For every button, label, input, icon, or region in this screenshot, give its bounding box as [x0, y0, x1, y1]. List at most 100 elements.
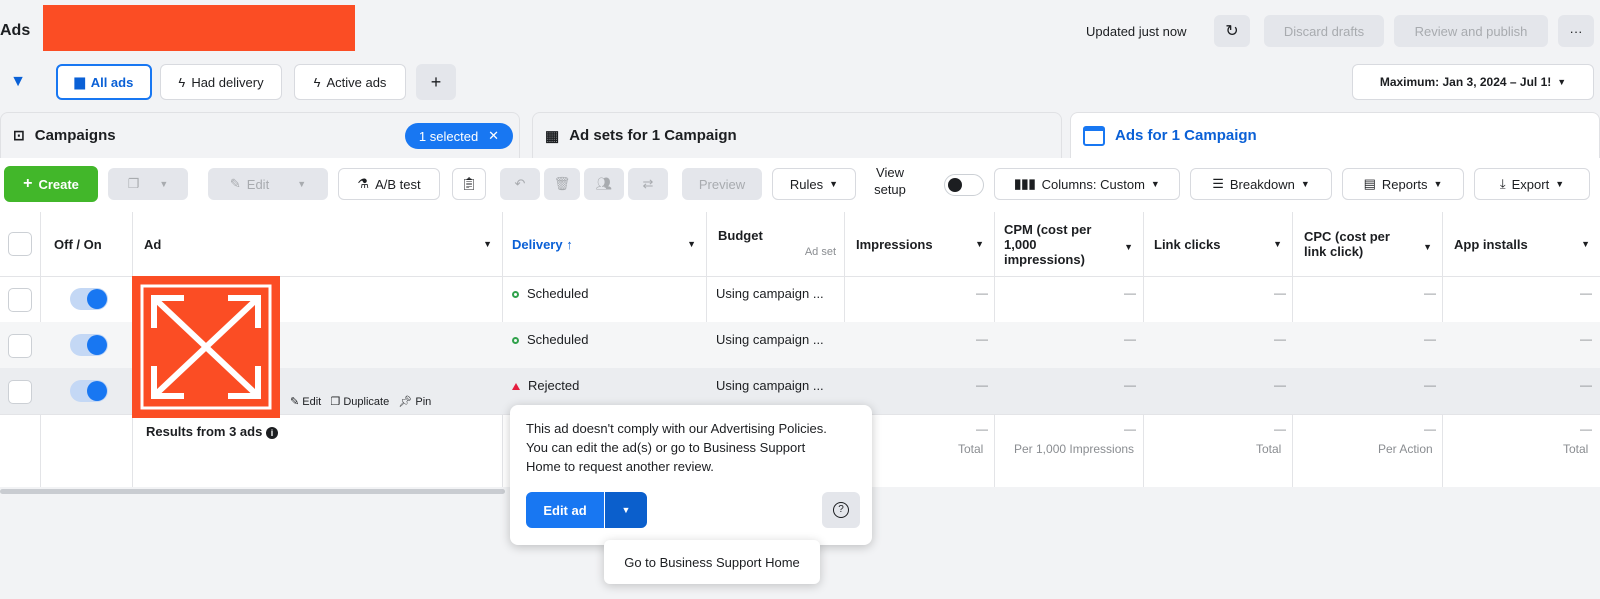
help-button[interactable]: ?	[822, 492, 860, 528]
budget-cell: Using campaign ...	[716, 286, 824, 301]
caret-down-icon: ▼	[1150, 179, 1160, 189]
pencil-icon: ✎	[290, 396, 303, 408]
duplicate-icon: ❐	[127, 176, 140, 191]
undo-button[interactable]: ↶	[500, 168, 540, 200]
active-ads-tab[interactable]: ϟ Active ads	[294, 64, 406, 100]
duplicate-icon: ❐	[330, 396, 344, 408]
campaign-icon: ⊡	[13, 127, 25, 143]
add-view-button[interactable]: +	[416, 64, 456, 100]
caret-down-icon[interactable]: ▼	[1581, 239, 1590, 249]
business-support-home-item[interactable]: Go to Business Support Home	[624, 555, 800, 570]
rules-button[interactable]: Rules ▼	[772, 168, 856, 200]
breakdown-button[interactable]: ☰ Breakdown ▼	[1190, 168, 1332, 200]
create-button[interactable]: + Create	[4, 166, 98, 202]
audience-button[interactable]: 👥︎	[584, 168, 624, 200]
caret-down-icon: ▼	[159, 179, 169, 189]
caret-down-icon[interactable]: ▼	[1273, 239, 1282, 249]
discard-drafts-button[interactable]: Discard drafts	[1264, 15, 1384, 47]
duplicate-button[interactable]: ❐ ▼	[108, 168, 188, 200]
row-edit-link[interactable]: ✎ Edit	[290, 396, 321, 408]
delivery-status: Scheduled	[512, 332, 588, 347]
view-setup-toggle[interactable]	[944, 174, 984, 196]
row-pin-link[interactable]: 📌︎ Pin	[398, 396, 431, 408]
warning-icon	[512, 383, 520, 390]
clipboard-button[interactable]: 📋︎	[452, 168, 486, 200]
scheduled-icon	[512, 337, 519, 344]
col-impressions[interactable]: Impressions ▼	[856, 212, 994, 276]
tab-campaigns[interactable]: ⊡ Campaigns 1 selected ✕	[0, 112, 520, 158]
page-title: Ads	[0, 22, 31, 39]
breakdown-icon: ☰	[1212, 176, 1224, 191]
updated-status: Updated just now	[1086, 24, 1187, 39]
columns-button[interactable]: ▮▮▮ Columns: Custom ▼	[994, 168, 1180, 200]
share-icon: ⇄	[642, 176, 654, 191]
pencil-icon: ✎	[229, 176, 241, 191]
col-budget[interactable]: Budget Ad set	[718, 212, 844, 276]
had-delivery-tab[interactable]: ϟ Had delivery	[160, 64, 282, 100]
more-button[interactable]: ···	[1558, 15, 1594, 47]
refresh-button[interactable]: ↻	[1214, 15, 1250, 47]
selected-count-badge[interactable]: 1 selected ✕	[405, 123, 513, 149]
preview-button[interactable]: Preview	[682, 168, 762, 200]
edit-ad-dropdown-button[interactable]: ▼	[605, 492, 647, 528]
reports-button[interactable]: ▤ Reports ▼	[1342, 168, 1464, 200]
dropdown-menu: Go to Business Support Home	[604, 540, 820, 584]
caret-down-icon: ▼	[621, 505, 631, 515]
caret-down-icon[interactable]: ▼	[975, 239, 984, 249]
toolbar: + Create ❐ ▼ ✎ Edit ▼ ⚗ A/B test 📋︎ ↶ 🗑︎…	[0, 158, 1600, 212]
results-label: Results from 3 ads i	[146, 424, 278, 439]
col-cpm[interactable]: CPM (cost per 1,000 impressions) ▼	[1004, 212, 1143, 276]
reports-icon: ▤	[1363, 176, 1376, 191]
all-ads-tab[interactable]: ▆ All ads	[56, 64, 152, 100]
row-checkbox[interactable]	[8, 288, 32, 312]
export-button[interactable]: ⤓ Export ▼	[1474, 168, 1590, 200]
rejection-message: This ad doesn't comply with our Advertis…	[526, 421, 827, 474]
trash-icon: 🗑︎	[553, 176, 571, 191]
review-publish-button[interactable]: Review and publish	[1394, 15, 1548, 47]
tab-ads[interactable]: Ads for 1 Campaign	[1070, 112, 1600, 158]
budget-cell: Using campaign ...	[716, 332, 824, 347]
row-duplicate-link[interactable]: ❐ Duplicate	[330, 396, 389, 408]
col-app-installs[interactable]: App installs ▼	[1454, 212, 1600, 276]
col-delivery[interactable]: Delivery ↑ ▼	[512, 212, 706, 276]
folder-icon: ▆	[74, 74, 85, 89]
date-range-picker[interactable]: Maximum: Jan 3, 2024 – Jul 1! ▼	[1352, 64, 1594, 100]
info-icon[interactable]: i	[265, 427, 278, 439]
caret-down-icon[interactable]: ▼	[687, 239, 696, 249]
undo-icon: ↶	[514, 176, 526, 191]
row-checkbox[interactable]	[8, 380, 32, 404]
col-ad[interactable]: Ad ▼	[144, 212, 502, 276]
col-cpc[interactable]: CPC (cost per link click) ▼	[1304, 212, 1442, 276]
clipboard-icon: 📋︎	[460, 176, 478, 191]
columns-icon: ▮▮▮	[1014, 176, 1036, 191]
horizontal-scrollbar[interactable]	[0, 489, 505, 494]
share-button[interactable]: ⇄	[628, 168, 668, 200]
col-link-clicks[interactable]: Link clicks ▼	[1154, 212, 1292, 276]
delete-button[interactable]: 🗑︎	[544, 168, 580, 200]
budget-cell: Using campaign ...	[716, 378, 824, 393]
filter-icon[interactable]: ▼	[0, 66, 36, 98]
select-all-checkbox[interactable]	[8, 232, 32, 256]
view-setup-label: View setup	[874, 165, 906, 197]
edit-ad-button[interactable]: Edit ad	[526, 492, 604, 528]
ad-toggle[interactable]	[70, 380, 108, 402]
caret-down-icon[interactable]: ▼	[483, 239, 492, 249]
grid-icon: ▦	[545, 127, 560, 145]
ad-toggle[interactable]	[70, 334, 108, 356]
close-icon[interactable]: ✕	[488, 128, 499, 144]
tab-adsets[interactable]: ▦ Ad sets for 1 Campaign	[532, 112, 1062, 158]
bolt-icon: ϟ	[178, 74, 186, 90]
ad-toggle[interactable]	[70, 288, 108, 310]
rejection-popover: This ad doesn't comply with our Advertis…	[510, 405, 872, 545]
caret-down-icon: ▼	[1300, 179, 1310, 189]
caret-down-icon: ▼	[1555, 179, 1565, 189]
download-icon: ⤓	[1499, 176, 1506, 191]
caret-down-icon[interactable]: ▼	[1423, 240, 1432, 255]
caret-down-icon[interactable]: ▼	[1124, 240, 1133, 255]
ab-test-button[interactable]: ⚗ A/B test	[338, 168, 440, 200]
row-checkbox[interactable]	[8, 334, 32, 358]
pin-icon: 📌︎	[398, 396, 416, 408]
edit-button[interactable]: ✎ Edit ▼	[208, 168, 328, 200]
delivery-status: Scheduled	[512, 286, 588, 301]
plus-icon: +	[23, 175, 33, 192]
